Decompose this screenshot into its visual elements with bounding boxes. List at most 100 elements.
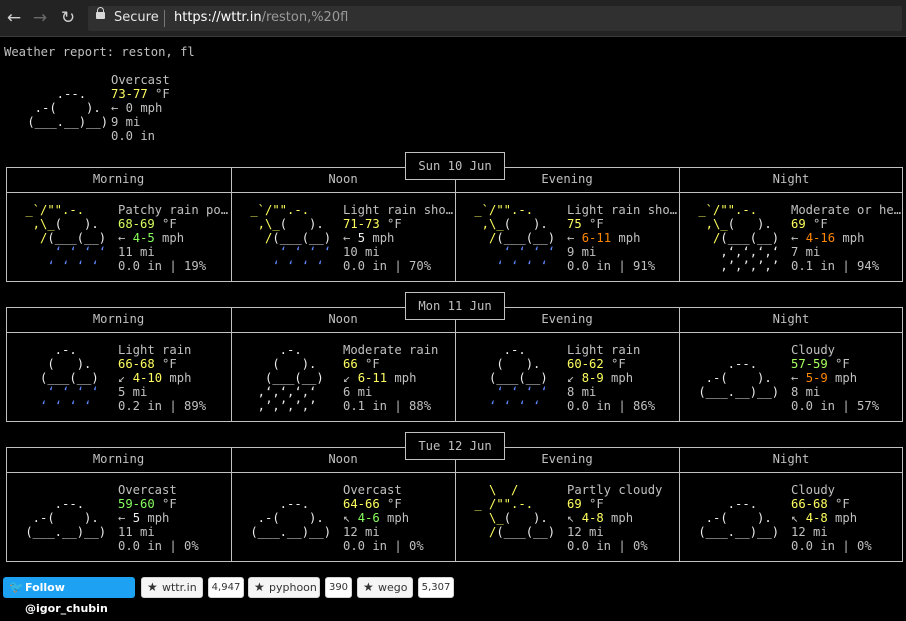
weather-icon-art: .--. .-( ). (___.__)__) <box>691 357 780 399</box>
twitter-follow-label: Follow @igor_chubin <box>25 581 108 615</box>
period-temp-value: 59-60 <box>118 497 155 511</box>
lock-icon <box>96 7 105 19</box>
url-text[interactable]: https://wttr.in/reston,%20fl <box>174 10 348 25</box>
period-visibility: 8 mi <box>791 385 821 399</box>
temp-unit: °F <box>387 217 402 231</box>
period-desc: Light rain <box>567 343 641 357</box>
period-wind: ← 5 mph <box>118 511 169 525</box>
period-desc: Overcast <box>118 483 177 497</box>
reload-icon[interactable]: ↻ <box>58 8 78 28</box>
period-desc: Cloudy <box>791 343 836 357</box>
period-precip: 0.0 in | 19% <box>118 259 207 273</box>
wind-direction-icon: ↖ <box>567 511 575 525</box>
period-temp-value: 68-69 <box>118 217 155 231</box>
temp-unit: °F <box>589 217 604 231</box>
period-desc: Overcast <box>343 483 402 497</box>
period-visibility: 8 mi <box>567 385 597 399</box>
star-count[interactable]: 5,307 <box>418 577 454 598</box>
repo-name: wego <box>378 581 408 594</box>
address-bar[interactable]: Secure https://wttr.in/reston,%20fl <box>88 6 902 31</box>
address-divider <box>164 10 165 27</box>
period-desc: Light rain <box>118 343 192 357</box>
wind-direction-icon: ← <box>791 231 799 245</box>
period-temp-value: 69 <box>567 497 582 511</box>
wind-unit: mph <box>387 511 410 525</box>
github-star-button[interactable]: ★ wego <box>357 577 413 598</box>
period-desc: Moderate rain <box>343 343 439 357</box>
column-heading: Evening <box>541 172 593 186</box>
period-visibility: 11 mi <box>118 525 155 539</box>
github-star-button[interactable]: ★ pyphoon <box>248 577 320 598</box>
star-count[interactable]: 390 <box>325 577 352 598</box>
temp-unit: °F <box>162 497 177 511</box>
temp-unit: °F <box>162 357 177 371</box>
weather-icon-art: _`/"".-. ,\_( ). /(___(__) ‘ ‘ ‘ ‘ ‘ ‘ ‘… <box>467 203 556 273</box>
column-heading: Evening <box>541 452 593 466</box>
wind-direction-icon: ← <box>118 511 126 525</box>
period-wind: ← 5-9 mph <box>791 371 857 385</box>
github-star-button[interactable]: ★ wttr.in <box>141 577 203 598</box>
column-heading: Noon <box>328 172 358 186</box>
period-wind-speed: 6-11 <box>581 231 612 245</box>
back-arrow-icon[interactable]: ← <box>4 8 24 28</box>
period-precip: 0.1 in | 94% <box>791 259 880 273</box>
star-count[interactable]: 4,947 <box>208 577 244 598</box>
star-icon: ★ <box>363 580 374 594</box>
period-precip: 0.0 in | 91% <box>567 259 656 273</box>
period-wind-speed: 6-11 <box>357 371 388 385</box>
period-visibility: 7 mi <box>791 245 821 259</box>
wind-unit: mph <box>169 371 192 385</box>
period-desc: Light rain sho… <box>567 203 678 217</box>
current-visibility: 9 mi <box>111 115 141 129</box>
period-wind-speed: 4-8 <box>805 511 828 525</box>
period-temp-value: 66-68 <box>118 357 155 371</box>
twitter-follow-button[interactable]: 🐦 Follow @igor_chubin <box>3 577 135 615</box>
weather-icon-art: .--. .-( ). (___.__)__) <box>18 497 107 539</box>
wind-unit: mph <box>147 511 170 525</box>
temp-unit: °F <box>589 497 604 511</box>
secure-label: Secure <box>114 10 159 25</box>
temp-unit: °F <box>813 217 828 231</box>
temp-unit: °F <box>611 357 626 371</box>
wind-direction-icon: ↖ <box>343 511 351 525</box>
period-wind-speed: 4-16 <box>805 231 836 245</box>
star-icon: ★ <box>147 580 158 594</box>
period-desc: Partly cloudy <box>567 483 663 497</box>
period-wind: ← 5 mph <box>343 231 394 245</box>
period-wind: ↙ 8-9 mph <box>567 371 633 385</box>
period-temp: 59-60 °F <box>118 497 177 511</box>
period-visibility: 6 mi <box>343 385 373 399</box>
period-temp: 75 °F <box>567 217 604 231</box>
period-wind-speed: 5-9 <box>805 371 828 385</box>
period-precip: 0.0 in | 57% <box>791 399 880 413</box>
browser-toolbar: ← → ↻ Secure https://wttr.in/reston,%20f… <box>0 0 906 37</box>
period-precip: 0.0 in | 0% <box>118 539 199 553</box>
period-wind: ↖ 4-8 mph <box>567 511 633 525</box>
period-visibility: 12 mi <box>343 525 380 539</box>
weather-icon-art: _`/"".-. ,\_( ). /(___(__) ‚‘‚‘‚‘‚‘ ‚’‚’… <box>691 203 780 273</box>
overcast-cloud-art: .--. .-( ). (___.__)__) <box>27 87 109 129</box>
period-visibility: 9 mi <box>567 245 597 259</box>
current-temp-value: 73-77 <box>111 87 148 101</box>
period-temp-value: 57-59 <box>791 357 828 371</box>
period-temp-value: 66-68 <box>791 497 828 511</box>
period-temp-value: 60-62 <box>567 357 604 371</box>
wind-direction-icon: ← <box>118 231 126 245</box>
current-precip: 0.0 in <box>111 129 156 143</box>
temp-unit: °F <box>162 217 177 231</box>
period-wind-speed: 5 <box>132 511 141 525</box>
column-heading: Morning <box>92 312 145 326</box>
period-precip: 0.0 in | 70% <box>343 259 432 273</box>
period-wind: ← 4-5 mph <box>118 231 184 245</box>
period-precip: 0.0 in | 0% <box>567 539 648 553</box>
period-precip: 0.0 in | 0% <box>343 539 424 553</box>
period-visibility: 5 mi <box>118 385 148 399</box>
weather-icon-art: .-. ( ). (___(__) ‘ ‘ ‘ ‘ ‘ ‘ ‘ ‘ <box>18 343 99 413</box>
weather-icon-art: _`/"".-. ,\_( ). /(___(__) ‘ ‘ ‘ ‘ ‘ ‘ ‘… <box>18 203 107 273</box>
temp-unit: °F <box>835 357 850 371</box>
wind-direction-icon: ← <box>343 231 351 245</box>
period-wind-speed: 4-8 <box>581 511 604 525</box>
forward-arrow-icon[interactable]: → <box>30 8 50 28</box>
column-heading: Night <box>772 172 810 186</box>
column-heading: Morning <box>92 452 145 466</box>
